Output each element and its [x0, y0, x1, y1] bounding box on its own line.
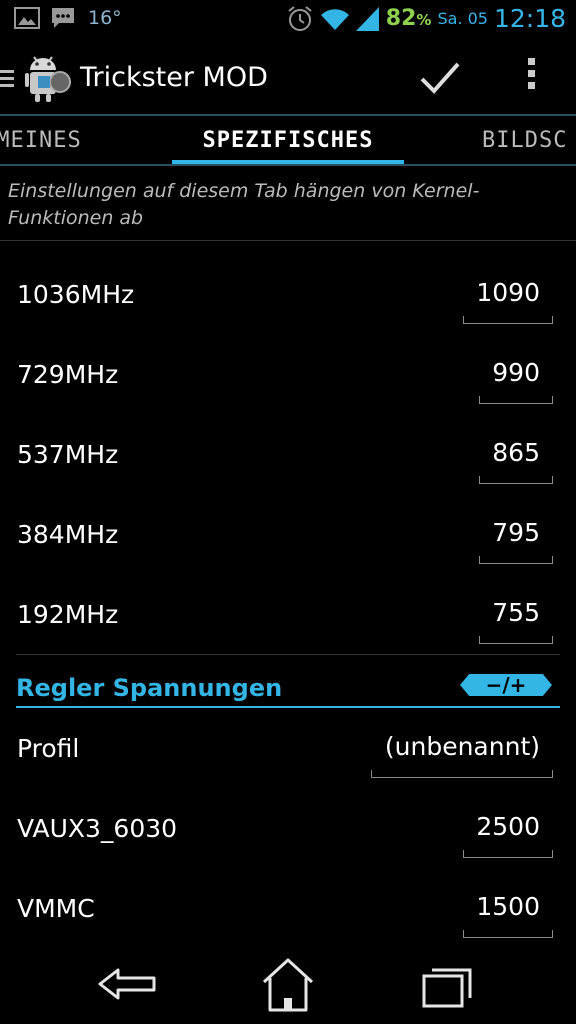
regulator-field-underline — [463, 850, 553, 858]
regulator-field-underline — [463, 930, 553, 938]
freq-label: 192MHz — [17, 600, 119, 629]
tab-bildschirm[interactable]: BILDSC — [482, 128, 567, 153]
regulator-label: VMMC — [17, 894, 95, 923]
freq-row: 1036MHz 1090 — [0, 256, 576, 336]
voltage-field-underline — [479, 396, 553, 404]
regulator-label: VAUX3_6030 — [17, 814, 178, 843]
freq-row: 729MHz 990 — [0, 336, 576, 416]
freq-row: 192MHz 755 — [0, 576, 576, 656]
tab-spezifisches[interactable]: SPEZIFISCHES — [172, 128, 404, 153]
back-icon[interactable] — [96, 954, 160, 1014]
regulator-value[interactable]: 2500 — [476, 812, 540, 847]
image-notification-icon — [14, 7, 40, 29]
freq-row: 384MHz 795 — [0, 496, 576, 576]
alarm-icon — [288, 5, 312, 31]
status-time: 12:18 — [493, 4, 566, 33]
tab-allgemeines[interactable]: EMEINES — [0, 128, 82, 153]
tab-description: Einstellungen auf diesem Tab hängen von … — [8, 180, 480, 229]
navigation-bar — [0, 944, 576, 1024]
overflow-menu-icon[interactable] — [524, 58, 538, 98]
message-notification-icon — [52, 8, 74, 28]
voltage-field-underline — [463, 316, 553, 324]
voltage-field-underline — [479, 556, 553, 564]
status-bar: 16° 82% Sa. 05 12:18 — [0, 0, 576, 40]
home-icon[interactable] — [256, 954, 320, 1014]
regulator-value[interactable]: 1500 — [476, 892, 540, 927]
signal-icon — [355, 6, 379, 31]
temperature-indicator: 16° — [88, 7, 122, 29]
voltage-value[interactable]: 755 — [492, 598, 540, 633]
voltage-value[interactable]: 865 — [492, 438, 540, 473]
app-title: Trickster MOD — [80, 62, 268, 93]
divider — [0, 240, 576, 241]
profile-field-underline — [371, 770, 553, 778]
recent-apps-icon[interactable] — [416, 954, 480, 1014]
voltage-value[interactable]: 1090 — [476, 278, 540, 313]
voltage-field-underline — [479, 636, 553, 644]
battery-percentage: 82% — [385, 6, 432, 31]
voltage-value[interactable]: 795 — [492, 518, 540, 553]
status-date: Sa. 05 — [437, 9, 488, 28]
freq-label: 729MHz — [17, 360, 119, 389]
freq-label: 537MHz — [17, 440, 119, 469]
collapse-toggle-button[interactable]: −/+ — [460, 674, 552, 696]
voltage-field-underline — [479, 476, 553, 484]
tab-indicator — [172, 160, 404, 164]
regulator-row: Profil (unbenannt) — [0, 710, 576, 790]
freq-row: 537MHz 865 — [0, 416, 576, 496]
drawer-indicator-icon[interactable] — [0, 70, 14, 91]
tab-bar: EMEINES SPEZIFISCHES BILDSC — [0, 118, 576, 166]
divider — [16, 654, 560, 655]
wifi-icon — [320, 8, 349, 30]
regulator-row: VAUX3_6030 2500 — [0, 790, 576, 870]
voltage-value[interactable]: 990 — [492, 358, 540, 393]
regulator-row: VMMC 1500 — [0, 870, 576, 950]
section-header: Regler Spannungen −/+ — [16, 666, 560, 708]
regulator-label: Profil — [17, 734, 80, 763]
action-bar: Trickster MOD — [0, 40, 576, 116]
checkmark-icon[interactable] — [418, 58, 462, 98]
freq-label: 1036MHz — [17, 280, 135, 309]
section-title: Regler Spannungen — [16, 674, 283, 702]
freq-label: 384MHz — [17, 520, 119, 549]
app-logo-icon[interactable] — [20, 52, 72, 104]
profile-value[interactable]: (unbenannt) — [385, 732, 540, 767]
